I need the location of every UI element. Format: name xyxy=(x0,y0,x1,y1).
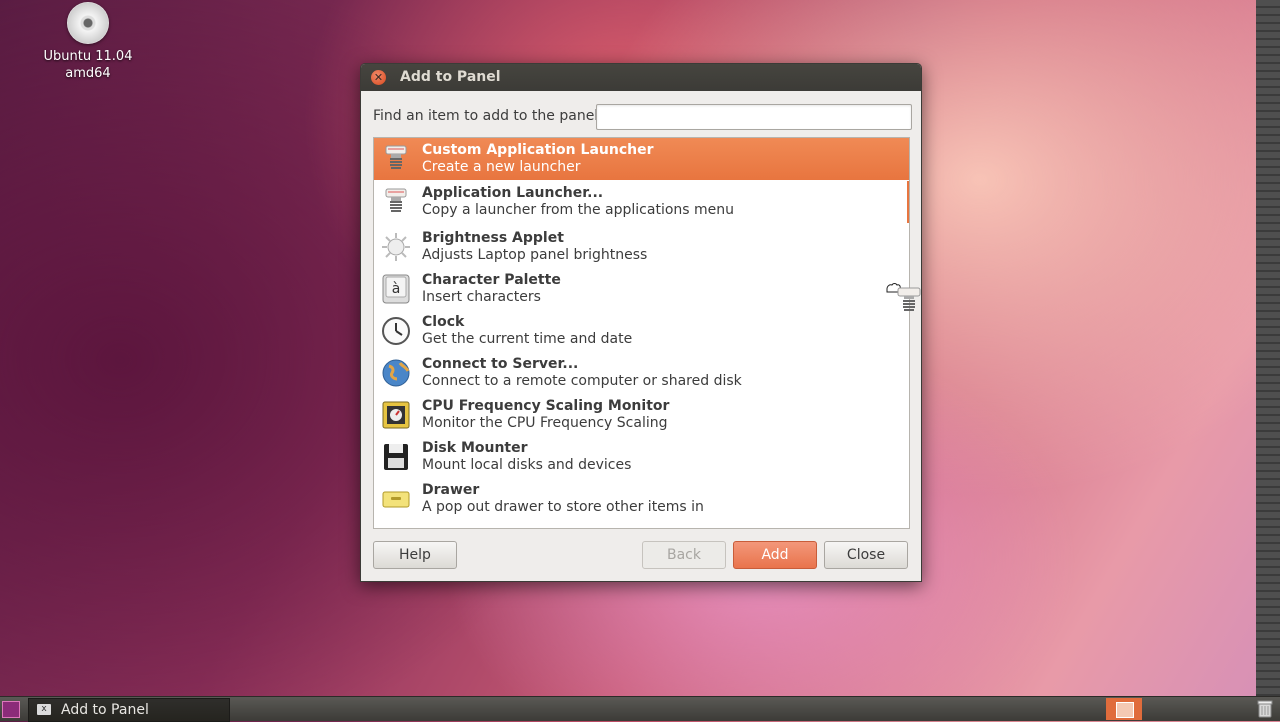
find-input[interactable] xyxy=(596,104,912,130)
panel-edge-strip xyxy=(1256,0,1280,696)
item-desc: Adjusts Laptop panel brightness xyxy=(422,247,648,263)
item-name: Custom Application Launcher xyxy=(422,142,654,158)
item-name: Drawer xyxy=(422,482,480,498)
desktop-icon-label-line2: amd64 xyxy=(65,66,111,81)
list-item[interactable]: à Character Palette Insert characters xyxy=(374,268,909,310)
desktop-icon-label-line1: Ubuntu 11.04 xyxy=(43,49,133,64)
clock-icon xyxy=(382,317,410,345)
item-desc: Connect to a remote computer or shared d… xyxy=(422,373,742,389)
item-name: Clock xyxy=(422,314,465,330)
trash-icon[interactable] xyxy=(1256,699,1274,718)
back-button[interactable]: Back xyxy=(642,541,726,569)
bottom-panel: x Add to Panel xyxy=(0,696,1280,722)
launcher-icon xyxy=(385,188,407,212)
item-desc: Copy a launcher from the applications me… xyxy=(422,202,735,218)
cpu-icon xyxy=(382,401,410,429)
item-desc: A pop out drawer to store other items in xyxy=(422,499,704,515)
add-to-panel-dialog: ✕ Add to Panel Find an item to add to th… xyxy=(360,63,922,582)
item-name: Character Palette xyxy=(422,272,561,288)
dialog-titlebar[interactable]: ✕ Add to Panel xyxy=(361,64,921,91)
add-button[interactable]: Add xyxy=(733,541,817,569)
close-window-icon[interactable]: ✕ xyxy=(371,70,386,85)
floppy-icon xyxy=(384,444,408,470)
item-name: Application Launcher... xyxy=(422,185,604,201)
item-name: Connect to Server... xyxy=(422,356,579,372)
item-desc: Create a new launcher xyxy=(422,159,581,175)
list-item[interactable]: Drawer A pop out drawer to store other i… xyxy=(374,478,909,520)
item-name: Disk Mounter xyxy=(422,440,528,456)
drawer-icon xyxy=(382,491,410,508)
item-desc: Insert characters xyxy=(422,289,541,305)
character-palette-icon: à xyxy=(382,274,410,304)
launcher-icon xyxy=(385,145,407,169)
show-desktop-icon[interactable] xyxy=(2,701,20,718)
window-icon: x xyxy=(37,704,51,715)
list-item[interactable]: CPU Frequency Scaling Monitor Monitor th… xyxy=(374,394,909,436)
item-desc: Mount local disks and devices xyxy=(422,457,632,473)
drag-cursor-icon xyxy=(886,283,921,311)
svg-text:à: à xyxy=(392,281,401,297)
item-name: Brightness Applet xyxy=(422,230,564,246)
desktop-icon-ubuntu-disc[interactable]: Ubuntu 11.04 amd64 xyxy=(40,2,136,82)
brightness-icon xyxy=(382,233,410,261)
workspace-switcher[interactable] xyxy=(1106,698,1142,720)
help-button[interactable]: Help xyxy=(373,541,457,569)
item-desc: Monitor the CPU Frequency Scaling xyxy=(422,415,668,431)
dialog-title: Add to Panel xyxy=(400,69,501,85)
taskbar-item-add-to-panel[interactable]: x Add to Panel xyxy=(28,698,230,722)
list-item[interactable]: Application Launcher... Copy a launcher … xyxy=(374,181,909,223)
globe-icon xyxy=(382,359,410,387)
item-list[interactable]: Custom Application Launcher Create a new… xyxy=(373,137,910,529)
workspace-thumbnail xyxy=(1116,702,1134,718)
cd-disc-icon xyxy=(67,2,109,44)
close-button[interactable]: Close xyxy=(824,541,908,569)
list-item[interactable]: Disk Mounter Mount local disks and devic… xyxy=(374,436,909,478)
taskbar-item-label: Add to Panel xyxy=(61,702,149,718)
find-label: Find an item to add to the panel: xyxy=(373,108,603,124)
item-name: CPU Frequency Scaling Monitor xyxy=(422,398,670,414)
list-item[interactable]: Custom Application Launcher Create a new… xyxy=(374,138,909,180)
list-item[interactable]: Connect to Server... Connect to a remote… xyxy=(374,352,909,394)
list-item[interactable]: Brightness Applet Adjusts Laptop panel b… xyxy=(374,226,909,268)
item-desc: Get the current time and date xyxy=(422,331,633,347)
list-item[interactable]: Clock Get the current time and date xyxy=(374,310,909,352)
find-row: Find an item to add to the panel: xyxy=(373,104,912,130)
